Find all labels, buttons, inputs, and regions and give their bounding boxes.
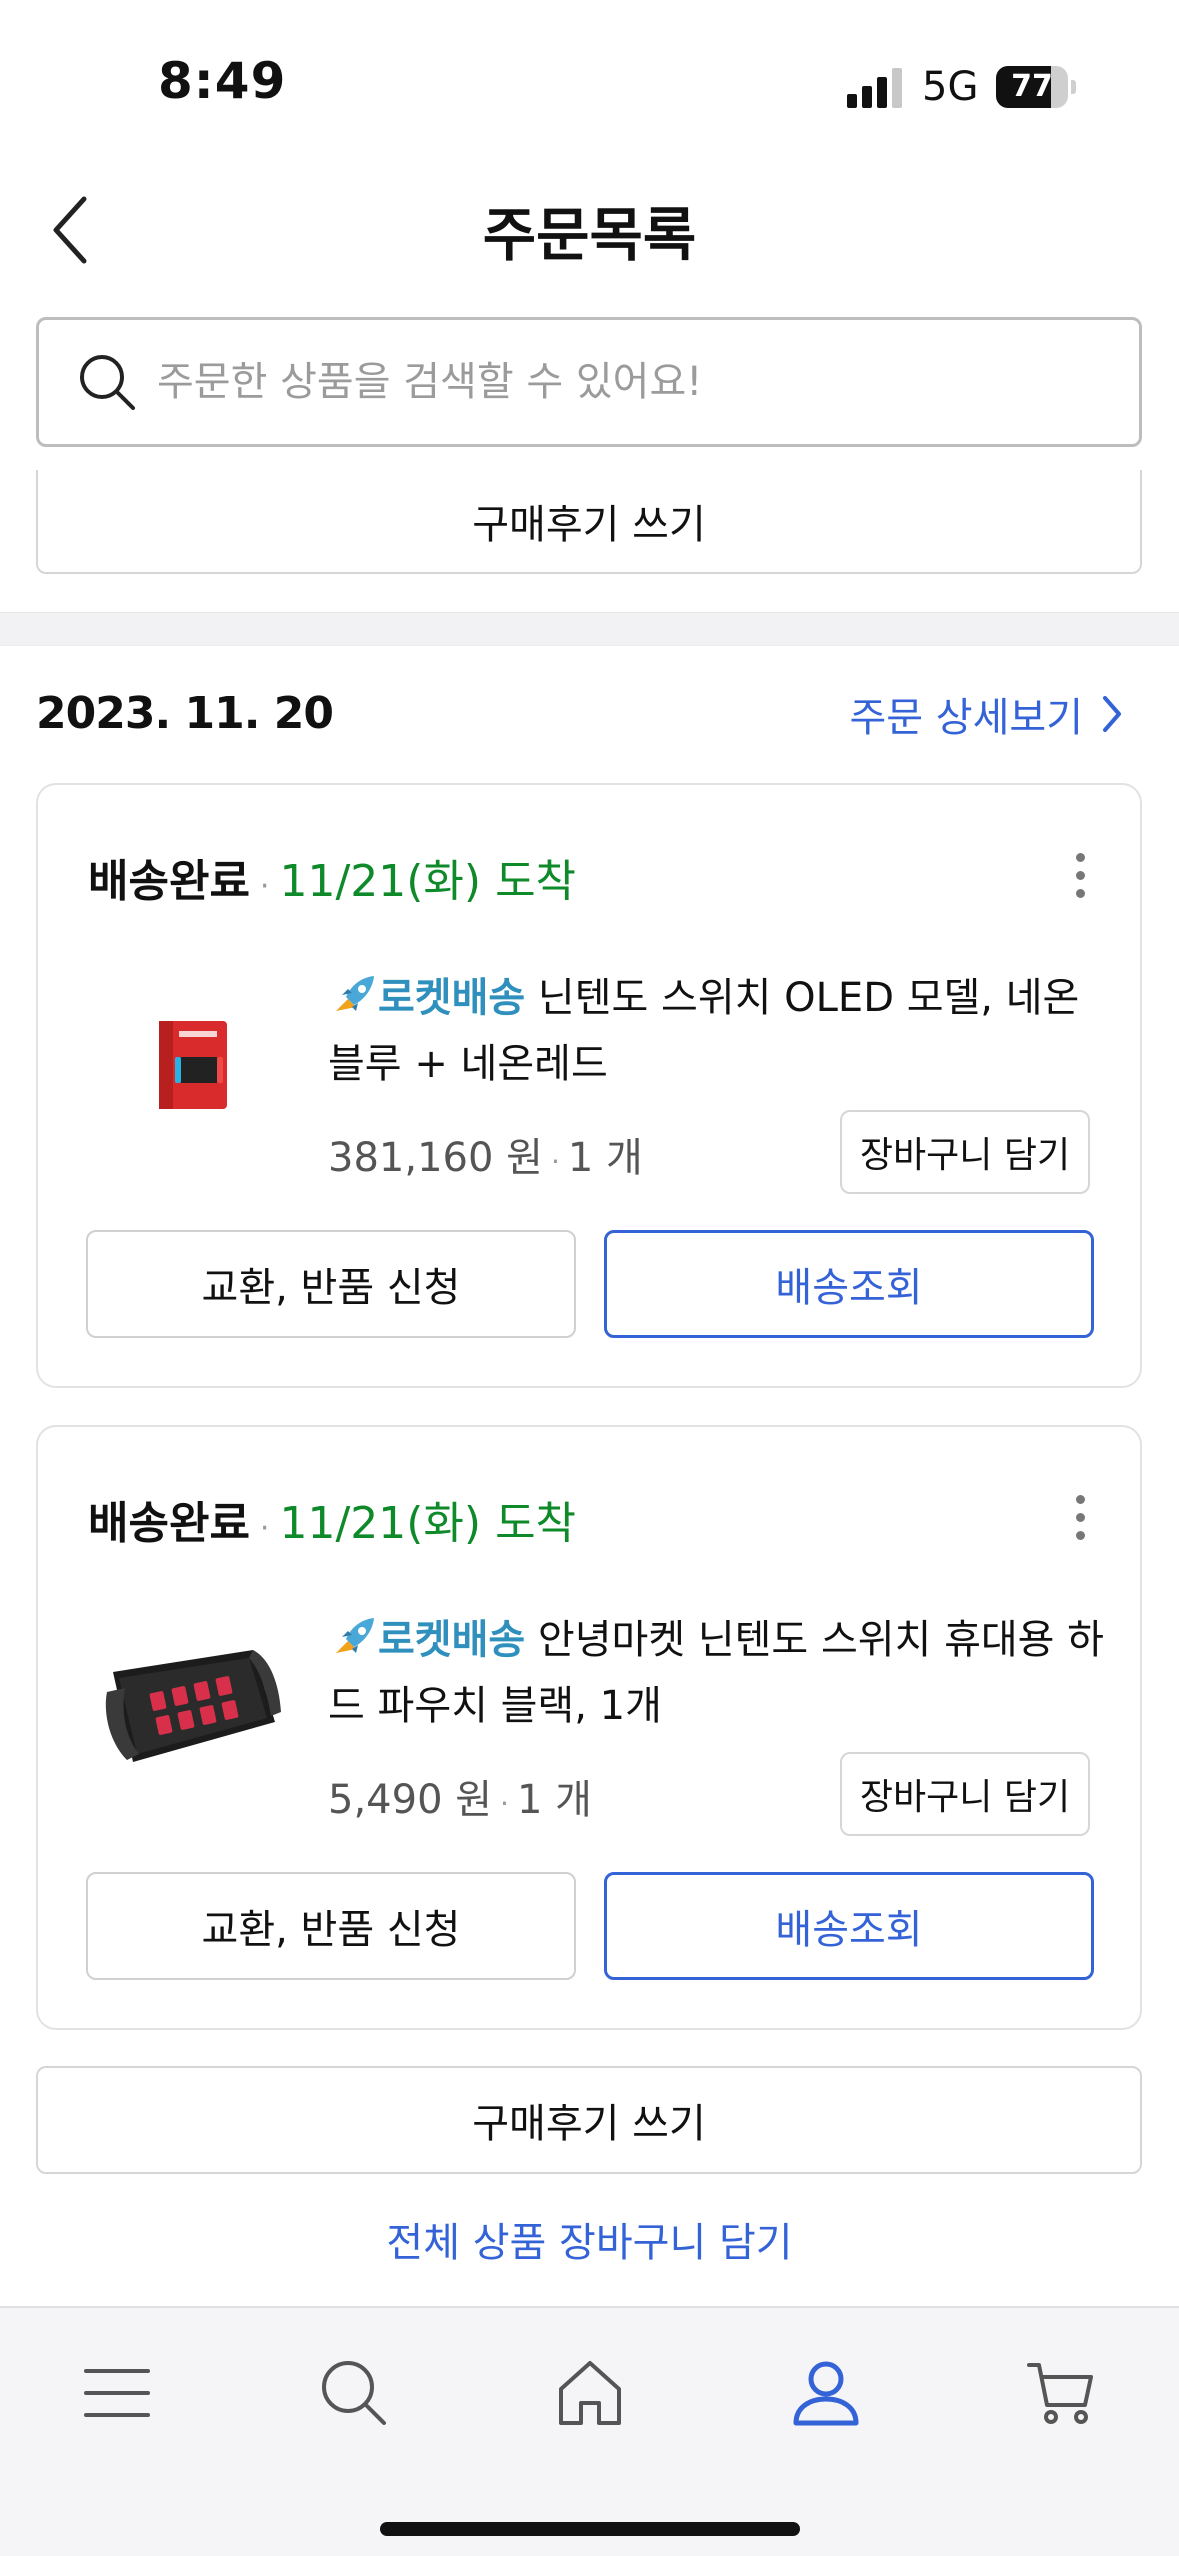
network-type: 5G xyxy=(922,64,979,110)
chevron-right-icon xyxy=(1103,696,1121,732)
status-time: 8:49 xyxy=(158,52,287,110)
status-separator: · xyxy=(259,869,270,904)
delivery-eta: 11/21(화) 도착 xyxy=(279,856,577,907)
cart-icon xyxy=(1027,2363,1093,2424)
battery-percent: 77 xyxy=(1011,69,1053,104)
add-all-to-cart-link[interactable]: 전체 상품 장바구니 담기 xyxy=(0,2210,1179,2268)
order-detail-link[interactable]: 주문 상세보기 xyxy=(849,685,1123,743)
delivery-status: 배송완료 · 11/21(화) 도착 xyxy=(88,845,576,909)
product-thumbnail[interactable] xyxy=(88,1602,298,1812)
write-review-label: 구매후기 쓰기 xyxy=(472,502,706,548)
delivery-status: 배송완료 · 11/21(화) 도착 xyxy=(88,1487,576,1551)
home-icon xyxy=(559,2361,621,2425)
home-indicator xyxy=(380,2522,800,2536)
tab-menu[interactable] xyxy=(72,2348,162,2438)
tab-home[interactable] xyxy=(545,2348,635,2438)
rocket-delivery-badge: 로켓배송 xyxy=(378,975,526,1021)
add-to-cart-button[interactable]: 장바구니 담기 xyxy=(840,1110,1090,1194)
rocket-delivery-badge: 로켓배송 xyxy=(378,1617,526,1663)
tab-my-account[interactable] xyxy=(781,2348,871,2438)
bottom-tab-bar xyxy=(0,2306,1179,2556)
price-row: 381,160 원 · 1 개 xyxy=(328,1135,643,1181)
price-row: 5,490 원 · 1 개 xyxy=(328,1777,592,1823)
status-bar: 8:49 5G 77 xyxy=(0,0,1179,150)
more-options-button[interactable] xyxy=(1050,840,1110,910)
more-vertical-icon xyxy=(1075,852,1085,862)
product-price: 5,490 원 xyxy=(328,1777,493,1823)
write-review-label: 구매후기 쓰기 xyxy=(472,2101,706,2147)
status-separator: · xyxy=(259,1511,270,1546)
write-review-button-top[interactable]: 구매후기 쓰기 xyxy=(36,470,1142,574)
product-qty: 1 개 xyxy=(516,1777,592,1823)
product-price: 381,160 원 xyxy=(328,1135,543,1181)
search-icon xyxy=(80,355,135,410)
delivery-status-label: 배송완료 xyxy=(88,1498,250,1549)
exchange-return-button[interactable]: 교환, 반품 신청 xyxy=(86,1230,576,1338)
product-title[interactable]: 로켓배송 닌텐도 스위치 OLED 모델, 네온블루 + 네온레드 xyxy=(328,965,1108,1097)
menu-icon xyxy=(84,2369,150,2417)
search-input[interactable] xyxy=(157,359,1057,405)
write-review-button[interactable]: 구매후기 쓰기 xyxy=(36,2066,1142,2174)
exchange-return-button[interactable]: 교환, 반품 신청 xyxy=(86,1872,576,1980)
product-title[interactable]: 로켓배송 안녕마켓 닌텐도 스위치 휴대용 하드 파우치 블랙, 1개 xyxy=(328,1607,1108,1739)
product-thumbnail[interactable] xyxy=(88,960,298,1170)
add-to-cart-button[interactable]: 장바구니 담기 xyxy=(840,1752,1090,1836)
track-delivery-button[interactable]: 배송조회 xyxy=(604,1230,1094,1338)
cellular-signal-icon xyxy=(847,68,902,108)
rocket-icon xyxy=(336,976,374,1011)
delivery-eta: 11/21(화) 도착 xyxy=(279,1498,577,1549)
search-box[interactable] xyxy=(36,317,1142,447)
order-item-card: 배송완료 · 11/21(화) 도착 로켓배송 안녕마켓 닌텐도 스위치 휴대용… xyxy=(36,1425,1142,2030)
nintendo-switch-box-icon xyxy=(159,1021,227,1109)
section-divider xyxy=(0,612,1179,646)
more-options-button[interactable] xyxy=(1050,1482,1110,1552)
order-detail-label: 주문 상세보기 xyxy=(849,695,1083,741)
order-date: 2023. 11. 20 xyxy=(36,688,334,739)
page-title: 주문목록 xyxy=(482,201,697,269)
track-delivery-button[interactable]: 배송조회 xyxy=(604,1872,1094,1980)
tab-search[interactable] xyxy=(309,2348,399,2438)
search-icon xyxy=(322,2361,386,2425)
rocket-icon xyxy=(336,1618,374,1653)
battery-icon: 77 xyxy=(996,66,1076,108)
order-item-card: 배송완료 · 11/21(화) 도착 로켓배송 닌텐도 스위치 OLED 모델,… xyxy=(36,783,1142,1388)
user-icon xyxy=(793,2361,859,2426)
delivery-status-label: 배송완료 xyxy=(88,856,250,907)
switch-pouch-icon xyxy=(105,1650,281,1762)
tab-cart[interactable] xyxy=(1016,2348,1106,2438)
product-qty: 1 개 xyxy=(567,1135,643,1181)
more-vertical-icon xyxy=(1075,1494,1085,1504)
